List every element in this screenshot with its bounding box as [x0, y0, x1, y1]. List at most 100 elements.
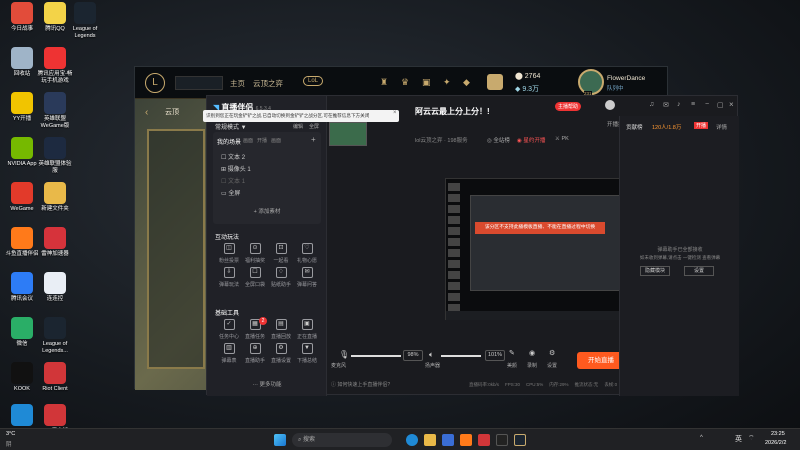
desktop-icon[interactable]: 新建文件夹 — [36, 182, 74, 213]
scene-tab-2[interactable]: 开播 — [257, 137, 267, 144]
scene-tab-1[interactable]: 画面 — [243, 137, 253, 144]
tray-overflow-icon[interactable]: ^ — [700, 435, 703, 441]
settings-icon[interactable]: ⚙ — [549, 349, 555, 357]
star-plan-button[interactable]: ◉ 星约开播 — [517, 136, 545, 144]
desktop-icon[interactable]: League of Legends... — [36, 317, 74, 354]
clock-time[interactable]: 23:25 — [771, 431, 785, 437]
chest-icon[interactable]: ▣ — [422, 77, 431, 88]
desktop-icon[interactable]: 英雄联盟WeGame版 — [36, 92, 74, 129]
pk-button[interactable]: ⚔ PK — [555, 136, 569, 142]
interact-item[interactable]: ✉ 弹幕问答 — [295, 267, 319, 288]
lol-logo-icon[interactable]: L — [145, 73, 165, 93]
start-live-button[interactable]: 开始直播 — [577, 352, 625, 369]
interact-item[interactable]: ⇩ 弹幕玩法 — [217, 267, 241, 288]
desktop-icon[interactable]: 英雄联盟体验服 — [36, 137, 74, 174]
rank-label[interactable]: 贡献榜 — [626, 123, 643, 131]
desktop-icon[interactable]: League of Legends — [66, 2, 104, 39]
scene-edit-button[interactable]: 编辑 — [293, 123, 303, 130]
desktop-icon[interactable]: 连连控 — [36, 272, 74, 303]
interact-item[interactable]: ♢ 贴纸助手 — [269, 267, 293, 288]
speaker-volume-value[interactable]: 101% — [485, 350, 505, 361]
menu-icon[interactable]: ≡ — [691, 101, 695, 108]
source-item[interactable]: ☐ 文本 1 — [221, 176, 245, 185]
tool-item[interactable]: ▼ 下播总结 — [295, 343, 319, 364]
store-taskbar-icon[interactable] — [442, 434, 454, 446]
weather-temp[interactable]: 3°C — [6, 431, 15, 437]
start-menu-icon[interactable] — [274, 434, 286, 446]
app-icon — [11, 227, 33, 249]
explorer-taskbar-icon[interactable] — [424, 434, 436, 446]
add-source-button[interactable]: + 添加素材 — [213, 207, 321, 215]
taskbar-search[interactable]: ⌕ 搜索 — [292, 433, 392, 447]
tool-item[interactable]: ▤ 直播回放 — [269, 319, 293, 340]
add-scene-icon[interactable]: + — [311, 135, 316, 144]
interact-item[interactable]: ⊡ 一起看 — [269, 243, 293, 264]
user-avatar[interactable] — [605, 100, 615, 110]
tool-item[interactable]: ▣ 正在直播 — [295, 319, 319, 340]
help-link[interactable]: ⓘ 如何快速上手直播伴侣? — [331, 381, 390, 388]
scene-mode-select[interactable]: 常规模式 ▼ — [215, 122, 247, 131]
lol-badge[interactable]: LoL — [303, 76, 324, 86]
nav-tft[interactable]: 云顶之弈 — [253, 78, 283, 89]
store-icon[interactable] — [487, 74, 503, 90]
hide-module-button[interactable]: 隐藏模块 — [640, 266, 670, 276]
douyu-taskbar-icon[interactable] — [460, 434, 472, 446]
chat-settings-button[interactable]: 设置 — [684, 266, 714, 276]
wand-icon[interactable]: ✦ — [443, 77, 451, 88]
headset-icon[interactable]: ♫ — [649, 101, 654, 108]
start-live-help-button[interactable]: 主播帮助 — [555, 102, 582, 111]
edge-taskbar-icon[interactable] — [406, 434, 418, 446]
room-category[interactable]: lol云顶之弈 · 198服务 — [415, 136, 468, 144]
source-item[interactable]: ⊞ 摄像头 1 — [221, 164, 251, 173]
room-title[interactable]: 阿云云最上分上分！! — [415, 106, 490, 117]
minimize-icon[interactable]: − — [705, 101, 709, 108]
all-rank-button[interactable]: ◎ 全站榜 — [487, 136, 510, 144]
source-item[interactable]: ▭ 全屏 — [221, 188, 240, 197]
more-tools-button[interactable]: ⋯ 更多功能 — [207, 380, 327, 388]
ime-indicator[interactable]: 英 — [735, 434, 742, 444]
settings-label[interactable]: 设置 — [547, 362, 557, 369]
interact-item[interactable]: ⊙ 福利抽奖 — [243, 243, 267, 264]
lol-play-button[interactable] — [175, 76, 223, 90]
clock-date[interactable]: 2026/2/2 — [765, 440, 786, 446]
chat-icon[interactable]: ✉ — [663, 101, 669, 109]
interact-item[interactable]: ◫ 粉丝投票 — [217, 243, 241, 264]
bag-icon[interactable]: ◆ — [463, 77, 470, 88]
mic-icon[interactable]: 🎙︎ — [339, 350, 349, 359]
bell-icon[interactable]: ♪ — [677, 101, 681, 108]
mic-volume-slider[interactable] — [351, 355, 401, 357]
details-button[interactable]: 详情 — [716, 123, 727, 131]
desktop-icon[interactable]: Riot Client — [36, 362, 74, 393]
open-chat-button[interactable]: 开播 — [694, 122, 709, 129]
riot-taskbar-icon[interactable] — [478, 434, 490, 446]
beauty-icon[interactable]: ✎ — [509, 349, 515, 357]
network-icon[interactable]: ⌔ — [748, 434, 755, 443]
trophy-icon[interactable]: ♛ — [401, 77, 409, 88]
interact-item[interactable]: ☐ 全屏口袋 — [243, 267, 267, 288]
maximize-icon[interactable]: ▢ — [717, 101, 724, 109]
stream-app-taskbar-icon[interactable] — [496, 434, 508, 446]
lol-taskbar-icon[interactable] — [514, 434, 526, 446]
nav-home[interactable]: 主页 — [230, 78, 245, 89]
beauty-label[interactable]: 美颜 — [507, 362, 517, 369]
tool-item[interactable]: ✓ 任务中心 — [217, 319, 241, 340]
window-close-icon[interactable]: × — [729, 100, 734, 109]
crown-icon[interactable]: ♜ — [380, 77, 388, 88]
mic-volume-value[interactable]: 98% — [403, 350, 423, 361]
record-icon[interactable]: ◉ — [529, 349, 535, 357]
room-cover[interactable] — [329, 122, 367, 146]
weather-desc[interactable]: 阴 — [6, 440, 12, 448]
scene-tab-3[interactable]: 画面 — [271, 137, 281, 144]
scene-layout-button[interactable]: 全屏 — [309, 123, 319, 130]
speaker-icon[interactable]: 🔈︎ — [429, 350, 434, 360]
desktop-icon[interactable]: 雷神加速器 — [36, 227, 74, 258]
record-label[interactable]: 录制 — [527, 362, 537, 369]
tool-item[interactable]: ▥ 弹幕表 — [217, 343, 241, 364]
source-item[interactable]: ☐ 文本 2 — [221, 152, 245, 161]
back-arrow-icon[interactable]: ‹ — [145, 107, 148, 118]
speaker-volume-slider[interactable] — [441, 355, 481, 357]
desktop-icon[interactable]: 腾讯应用宝-畅玩手机游戏 — [36, 47, 74, 84]
tool-item[interactable]: ⊕ 直播助手 — [243, 343, 267, 364]
interact-item[interactable]: ♡ 礼物心愿 — [295, 243, 319, 264]
tool-item[interactable]: ⚙ 直播设置 — [269, 343, 293, 364]
